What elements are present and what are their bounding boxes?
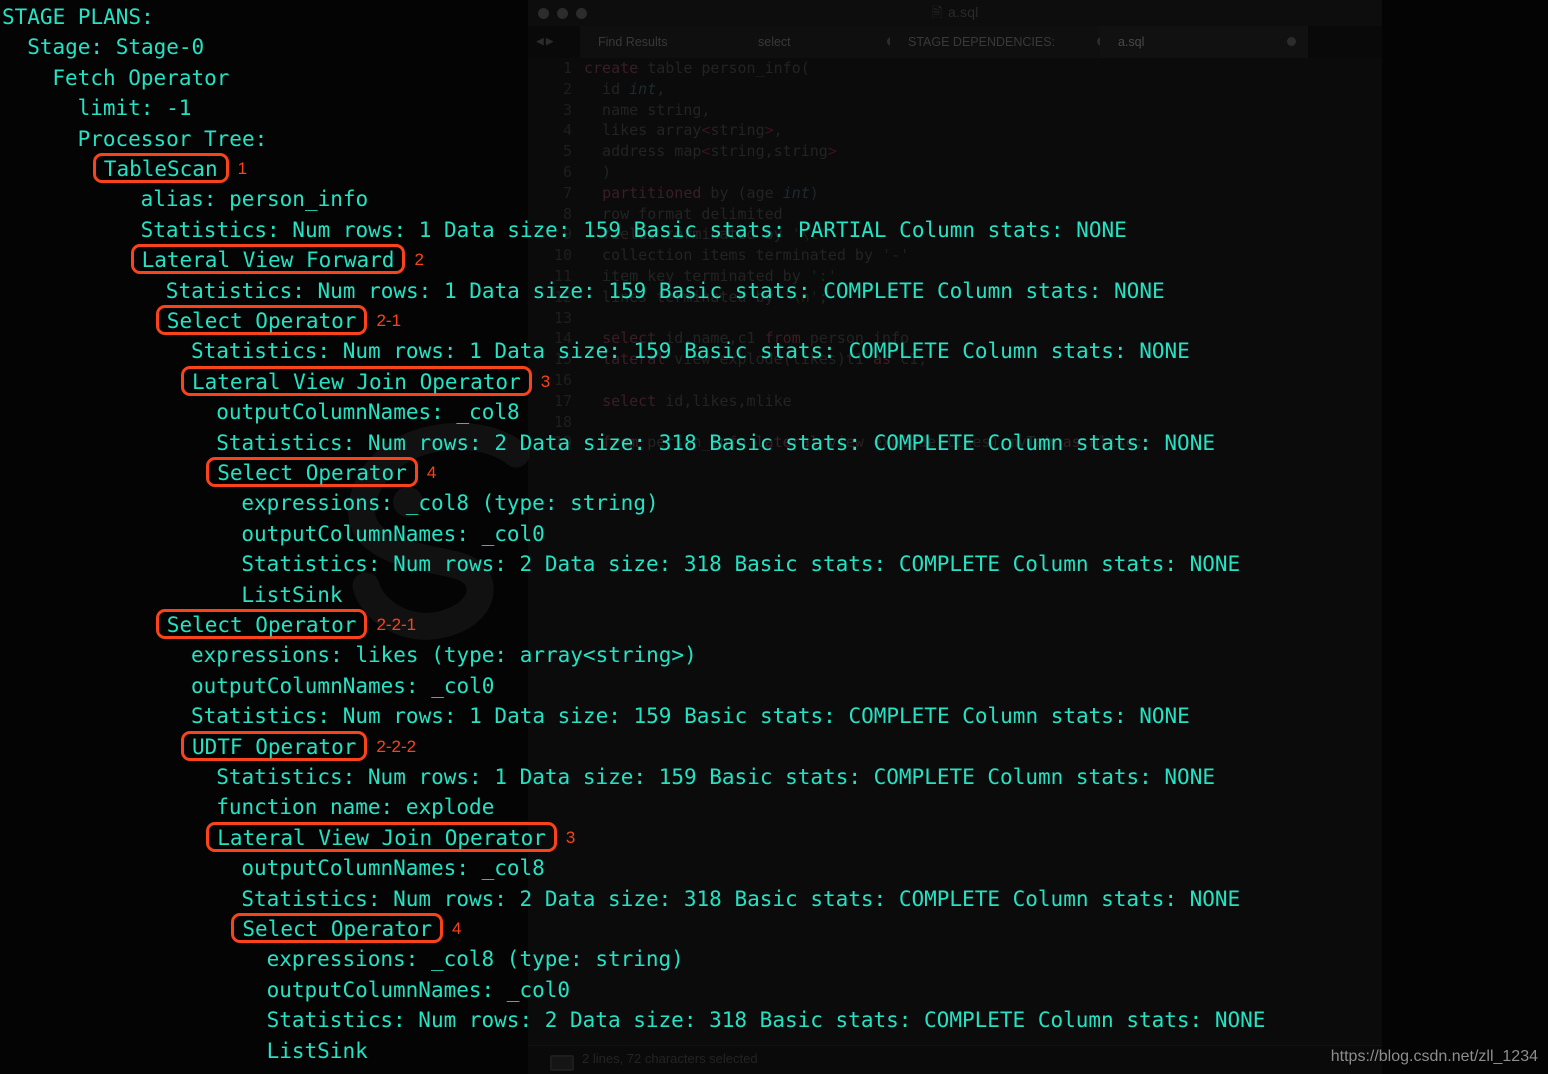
- plan-line: Fetch Operator: [0, 63, 1548, 93]
- plan-operator-highlighted: Select Operator 4: [0, 457, 1548, 488]
- plan-text: expressions: _col8 (type: string): [266, 947, 684, 972]
- plan-text: ListSink: [266, 1038, 368, 1063]
- plan-line: Statistics: Num rows: 1 Data size: 159 B…: [0, 215, 1548, 245]
- annotation-number: 2-2-1: [376, 615, 417, 634]
- plan-text: outputColumnNames: _col8: [216, 400, 520, 425]
- plan-line: Statistics: Num rows: 1 Data size: 159 B…: [0, 762, 1548, 792]
- operator-label: UDTF Operator: [181, 730, 368, 761]
- plan-text: outputColumnNames: _col8: [241, 856, 545, 881]
- annotation-number: 4: [426, 463, 437, 482]
- annotation-number: 2: [414, 250, 424, 270]
- plan-text: Statistics: Num rows: 2 Data size: 318 B…: [241, 552, 1241, 577]
- plan-text: Stage: Stage-0: [27, 35, 205, 60]
- url-watermark: https://blog.csdn.net/zll_1234: [1330, 1048, 1538, 1065]
- plan-operator-highlighted: Lateral View Join Operator 3: [0, 821, 1548, 853]
- plan-line: expressions: likes (type: array<string>): [0, 640, 1548, 670]
- operator-label: Select Operator: [206, 457, 418, 487]
- plan-line: Statistics: Num rows: 2 Data size: 318 B…: [0, 549, 1548, 579]
- plan-text: outputColumnNames: _col0: [191, 673, 495, 698]
- operator-label: Select Operator: [155, 305, 368, 335]
- operator-label: TableScan: [92, 153, 229, 183]
- plan-text: function name: explode: [216, 795, 495, 820]
- plan-line: Statistics: Num rows: 1 Data size: 159 B…: [0, 701, 1548, 731]
- operator-label: Select Operator: [155, 609, 368, 639]
- annotation-number: 4: [452, 919, 462, 938]
- plan-line: Stage: Stage-0: [0, 32, 1548, 62]
- plan-operator-highlighted: Select Operator 4: [0, 913, 1548, 944]
- annotation-number: 2-2-2: [376, 736, 417, 756]
- plan-line: outputColumnNames: _col0: [0, 975, 1548, 1005]
- plan-text: Statistics: Num rows: 1 Data size: 159 B…: [216, 765, 1215, 789]
- plan-line: limit: -1: [0, 93, 1548, 123]
- plan-operator-highlighted: Select Operator 2-2-1: [0, 609, 1548, 640]
- plan-text: Statistics: Num rows: 1 Data size: 159 B…: [191, 339, 1190, 364]
- plan-line: expressions: _col8 (type: string): [0, 488, 1548, 518]
- operator-label: Lateral View Join Operator: [206, 821, 557, 852]
- plan-operator-highlighted: Select Operator 2-1: [0, 305, 1548, 336]
- explain-plan-overlay: STAGE PLANS: Stage: Stage-0 Fetch Operator…: [0, 0, 1548, 1074]
- plan-operator-highlighted: Lateral View Join Operator 3: [0, 365, 1548, 397]
- annotation-number: 2-1: [376, 311, 402, 330]
- plan-line: Processor Tree:: [0, 124, 1548, 154]
- operator-label: Select Operator: [231, 913, 444, 943]
- plan-text: Statistics: Num rows: 1 Data size: 159 B…: [165, 278, 1165, 303]
- plan-line: Statistics: Num rows: 1 Data size: 159 B…: [0, 336, 1548, 366]
- plan-text: Fetch Operator: [52, 65, 230, 90]
- plan-line: ListSink: [0, 580, 1548, 610]
- plan-operator-highlighted: Lateral View Forward 2: [0, 244, 1548, 275]
- plan-text: limit: -1: [77, 96, 192, 121]
- annotation-number: 1: [237, 159, 248, 178]
- plan-text: Statistics: Num rows: 1 Data size: 159 B…: [191, 704, 1190, 729]
- plan-text: alias: person_info: [140, 187, 369, 212]
- plan-line: STAGE PLANS:: [0, 2, 1548, 32]
- plan-line: outputColumnNames: _col8: [0, 853, 1548, 883]
- plan-text: Statistics: Num rows: 2 Data size: 318 B…: [266, 1008, 1266, 1033]
- plan-line: Statistics: Num rows: 2 Data size: 318 B…: [0, 428, 1548, 458]
- plan-line: function name: explode: [0, 792, 1548, 822]
- plan-text: STAGE PLANS:: [2, 5, 154, 29]
- plan-line: ListSink: [0, 1036, 1548, 1066]
- plan-operator-highlighted: TableScan 1: [0, 153, 1548, 184]
- operator-label: Lateral View Join Operator: [181, 365, 532, 396]
- plan-operator-highlighted: UDTF Operator 2-2-2: [0, 730, 1548, 762]
- plan-line: expressions: _col8 (type: string): [0, 944, 1548, 974]
- plan-text: ListSink: [241, 582, 343, 607]
- plan-text: expressions: _col8 (type: string): [241, 491, 659, 516]
- plan-text: outputColumnNames: _col0: [266, 977, 571, 1002]
- plan-line: outputColumnNames: _col8: [0, 397, 1548, 427]
- plan-text: expressions: likes (type: array<string>): [191, 643, 697, 668]
- plan-line: alias: person_info: [0, 184, 1548, 214]
- annotation-number: 3: [540, 371, 551, 391]
- plan-text: Processor Tree:: [77, 126, 268, 151]
- plan-text: outputColumnNames: _col0: [241, 521, 545, 546]
- plan-line: Statistics: Num rows: 2 Data size: 318 B…: [0, 1005, 1548, 1035]
- plan-line: outputColumnNames: _col0: [0, 671, 1548, 701]
- plan-text: Statistics: Num rows: 1 Data size: 159 B…: [140, 217, 1127, 242]
- operator-label: Lateral View Forward: [130, 244, 406, 275]
- annotation-number: 3: [565, 827, 576, 847]
- plan-line: Statistics: Num rows: 2 Data size: 318 B…: [0, 884, 1548, 914]
- plan-text: Statistics: Num rows: 2 Data size: 318 B…: [241, 886, 1241, 911]
- plan-text: Statistics: Num rows: 2 Data size: 318 B…: [216, 430, 1215, 455]
- plan-line: Statistics: Num rows: 1 Data size: 159 B…: [0, 276, 1548, 306]
- plan-line: outputColumnNames: _col0: [0, 519, 1548, 549]
